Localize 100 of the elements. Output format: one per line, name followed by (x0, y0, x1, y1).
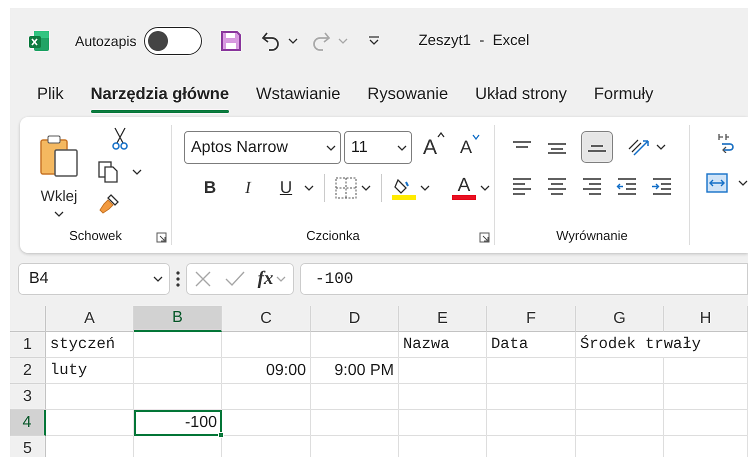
caret-icon[interactable] (288, 38, 298, 44)
ribbon-tab[interactable]: Układ strony (464, 78, 578, 110)
table-cell[interactable] (134, 358, 222, 384)
table-cell[interactable] (399, 410, 487, 436)
row-header[interactable]: 4 (10, 410, 46, 436)
table-cell[interactable] (134, 332, 222, 358)
table-cell[interactable] (311, 436, 399, 457)
increase-indent-button[interactable] (651, 177, 673, 197)
caret-icon[interactable] (656, 144, 666, 150)
caret-icon[interactable] (153, 276, 163, 282)
font-name-dropdown[interactable]: Aptos Narrow (184, 131, 341, 164)
caret-icon[interactable] (361, 185, 371, 191)
table-cell[interactable] (222, 332, 311, 358)
increase-font-size-button[interactable]: A (423, 132, 446, 164)
customize-toolbar-button[interactable] (368, 36, 380, 46)
save-icon[interactable] (220, 30, 242, 52)
table-cell[interactable] (664, 384, 748, 410)
table-cell[interactable] (399, 358, 487, 384)
row-header[interactable]: 2 (10, 358, 46, 384)
merge-center-button[interactable] (706, 173, 748, 193)
ribbon-tab[interactable]: Narzędzia główne (80, 78, 240, 110)
column-header[interactable]: D (311, 306, 399, 332)
column-header[interactable]: C (222, 306, 311, 332)
table-cell[interactable] (46, 410, 134, 436)
bottom-align-button[interactable] (581, 131, 613, 163)
table-cell[interactable] (487, 384, 576, 410)
caret-icon[interactable] (304, 185, 314, 191)
caret-icon[interactable] (132, 169, 142, 175)
table-cell[interactable] (311, 332, 399, 358)
table-cell[interactable] (134, 436, 222, 457)
font-size-dropdown[interactable]: 11 (344, 131, 412, 164)
table-cell[interactable] (222, 410, 311, 436)
table-cell[interactable] (664, 436, 748, 457)
table-cell[interactable] (311, 384, 399, 410)
caret-icon[interactable] (738, 180, 748, 186)
table-cell[interactable] (487, 358, 576, 384)
table-cell[interactable] (399, 384, 487, 410)
undo-button[interactable] (260, 30, 298, 52)
table-cell[interactable] (222, 436, 311, 457)
underline-button[interactable]: U (272, 174, 300, 202)
table-cell[interactable] (487, 436, 576, 457)
caret-icon[interactable] (420, 185, 430, 191)
select-all-corner[interactable] (10, 306, 46, 332)
align-right-button[interactable] (581, 177, 603, 197)
align-center-button[interactable] (546, 177, 568, 197)
table-cell[interactable]: -100 (134, 410, 222, 436)
orientation-button[interactable] (626, 137, 666, 157)
caret-icon[interactable] (54, 210, 64, 216)
table-cell[interactable] (487, 410, 576, 436)
formula-input[interactable]: -100 (300, 263, 748, 295)
table-cell[interactable] (664, 358, 748, 384)
ribbon-tab[interactable]: Wstawianie (245, 78, 352, 110)
bold-button[interactable]: B (196, 174, 224, 202)
table-cell[interactable] (576, 436, 664, 457)
table-cell[interactable] (576, 384, 664, 410)
name-box[interactable]: B4 (18, 263, 170, 295)
table-cell[interactable]: 9:00 PM (311, 358, 399, 384)
table-cell[interactable] (576, 410, 664, 436)
decrease-font-size-button[interactable]: A (460, 134, 480, 161)
column-header[interactable]: G (576, 306, 664, 332)
column-header[interactable]: E (399, 306, 487, 332)
row-header[interactable]: 3 (10, 384, 46, 410)
column-header[interactable]: B (134, 306, 222, 332)
table-cell[interactable] (664, 410, 748, 436)
decrease-indent-button[interactable] (616, 177, 638, 197)
italic-button[interactable]: I (234, 174, 262, 202)
column-header[interactable]: F (487, 306, 576, 332)
ribbon-tab[interactable]: Formuły (582, 78, 664, 110)
borders-button[interactable] (335, 177, 357, 199)
table-cell[interactable] (134, 384, 222, 410)
column-header[interactable]: A (46, 306, 134, 332)
caret-icon[interactable] (480, 185, 490, 191)
column-header[interactable]: H (664, 306, 748, 332)
copy-button[interactable] (98, 161, 142, 183)
format-painter-button[interactable] (98, 193, 120, 215)
caret-icon[interactable] (397, 144, 407, 150)
redo-button[interactable] (310, 30, 348, 52)
table-cell[interactable]: luty (46, 358, 134, 384)
enter-button[interactable] (224, 271, 245, 287)
table-cell[interactable] (46, 436, 134, 457)
align-left-button[interactable] (511, 177, 533, 197)
table-cell[interactable]: Nazwa (399, 332, 487, 358)
ribbon-tab[interactable]: Rysowanie (356, 78, 460, 110)
fill-color-button[interactable] (392, 176, 416, 200)
table-cell[interactable]: 09:00 (222, 358, 311, 384)
paste-button[interactable]: Wklej (32, 125, 86, 226)
table-cell[interactable] (222, 384, 311, 410)
font-color-button[interactable]: A (452, 176, 476, 200)
autosave-toggle[interactable] (144, 27, 202, 55)
row-header[interactable]: 1 (10, 332, 46, 358)
cancel-button[interactable] (194, 270, 212, 288)
table-cell[interactable]: Data (487, 332, 576, 358)
table-cell[interactable]: Środek trwały (576, 332, 748, 358)
table-cell[interactable] (576, 358, 664, 384)
table-cell[interactable] (46, 384, 134, 410)
caret-icon[interactable] (326, 144, 336, 150)
table-cell[interactable] (399, 436, 487, 457)
table-cell[interactable] (311, 410, 399, 436)
ribbon-tab[interactable]: Plik (26, 78, 75, 110)
table-cell[interactable]: styczeń (46, 332, 134, 358)
